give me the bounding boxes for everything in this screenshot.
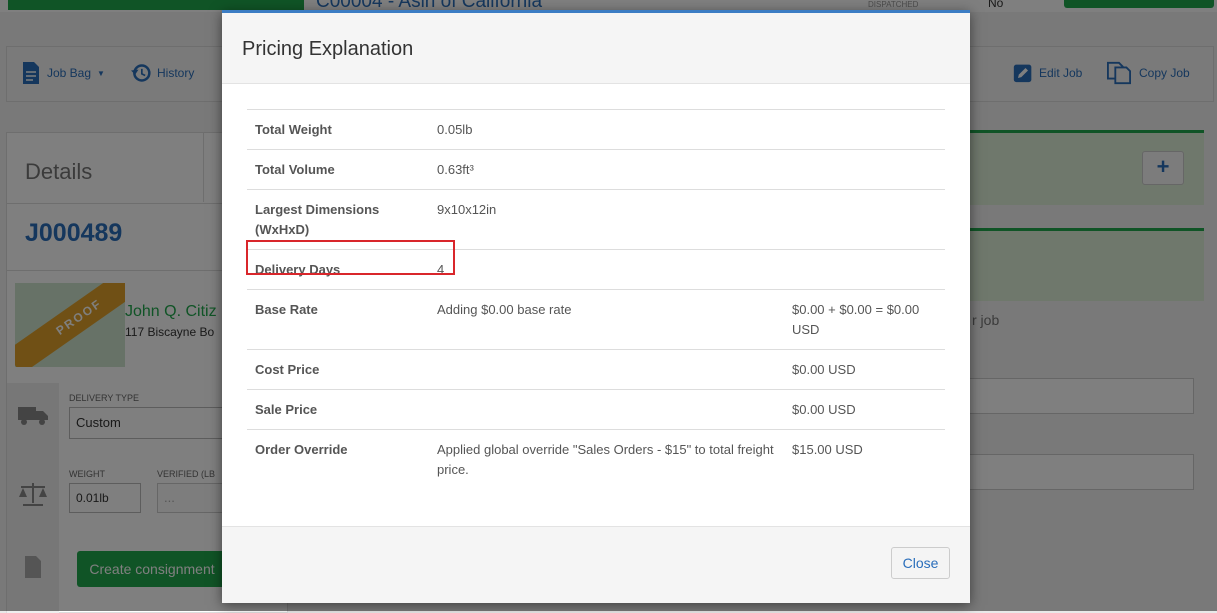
pricing-row: Total Weight 0.05lb [247, 109, 945, 150]
pricing-label: Sale Price [247, 389, 429, 430]
pricing-amount [784, 109, 945, 150]
pricing-amount [784, 249, 945, 290]
highlight-box [246, 240, 455, 275]
pricing-detail: Adding $0.00 base rate [429, 289, 784, 350]
pricing-detail [429, 389, 784, 430]
pricing-detail: 4 [429, 249, 784, 290]
modal-header: Pricing Explanation [222, 13, 970, 84]
close-button[interactable]: Close [891, 547, 950, 579]
pricing-amount: $0.00 USD [784, 389, 945, 430]
pricing-detail: 0.63ft³ [429, 149, 784, 190]
pricing-row: Total Volume 0.63ft³ [247, 149, 945, 190]
pricing-row: Cost Price $0.00 USD [247, 349, 945, 390]
pricing-explanation-modal: Pricing Explanation Total Weight 0.05lb To… [222, 10, 970, 603]
modal-footer: Close [222, 526, 970, 603]
pricing-amount: $0.00 + $0.00 = $0.00 USD [784, 289, 945, 350]
pricing-detail: 9x10x12in [429, 189, 784, 250]
pricing-label: Cost Price [247, 349, 429, 390]
pricing-row: Order Override Applied global override "S… [247, 429, 945, 489]
pricing-label: Total Weight [247, 109, 429, 150]
pricing-amount [784, 189, 945, 250]
pricing-label: Base Rate [247, 289, 429, 350]
pricing-table: Total Weight 0.05lb Total Volume 0.63ft³ Lar… [247, 109, 945, 489]
pricing-row: Sale Price $0.00 USD [247, 389, 945, 430]
pricing-amount: $0.00 USD [784, 349, 945, 390]
pricing-detail: 0.05lb [429, 109, 784, 150]
pricing-label: Order Override [247, 429, 429, 489]
pricing-row: Base Rate Adding $0.00 base rate $0.00 + $… [247, 289, 945, 350]
pricing-amount: $15.00 USD [784, 429, 945, 489]
pricing-detail: Applied global override "Sales Orders - … [429, 429, 784, 489]
pricing-label: Total Volume [247, 149, 429, 190]
pricing-amount [784, 149, 945, 190]
pricing-detail [429, 349, 784, 390]
modal-title: Pricing Explanation [242, 38, 414, 60]
